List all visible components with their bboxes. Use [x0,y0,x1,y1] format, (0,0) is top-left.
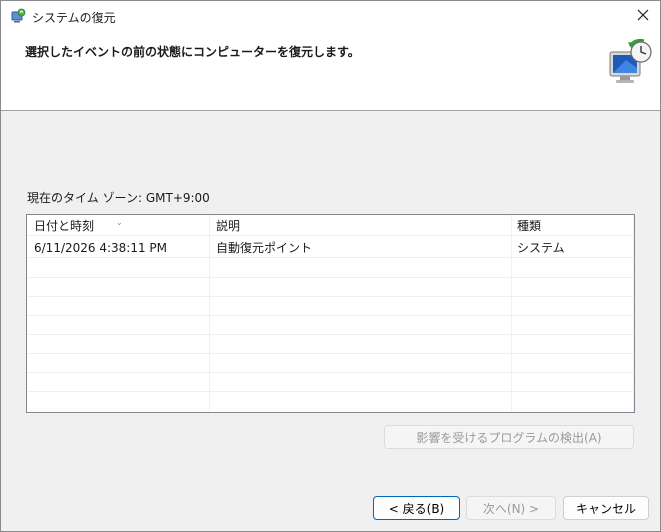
next-button[interactable]: 次へ(N) > [466,496,556,520]
close-button[interactable] [626,1,660,32]
system-restore-dialog: システムの復元 選択したイベントの前の状態にコンピューターを復元します。 現在の… [0,0,661,532]
cell-date: 6/11/2026 4:38:11 PM [34,241,168,255]
restore-points-table[interactable]: 日付と時刻 ⌄ 説明 種類 6/11/2026 4:38:11 PM 自動復元ポ… [26,214,635,413]
table-header: 日付と時刻 ⌄ 説明 種類 [27,217,634,236]
empty-row [27,278,634,297]
table-row[interactable]: 6/11/2026 4:38:11 PM 自動復元ポイント システム [27,239,634,258]
column-header-description[interactable]: 説明 [216,217,240,236]
close-icon [637,9,649,24]
timezone-label: 現在のタイム ゾーン: GMT+9:00 [27,191,210,205]
title-bar[interactable]: システムの復元 [1,1,660,32]
empty-row [27,354,634,373]
column-header-date[interactable]: 日付と時刻 [34,217,94,236]
system-restore-icon [10,8,26,24]
cancel-button[interactable]: キャンセル [563,496,649,520]
empty-row [27,373,634,392]
window-title: システムの復元 [32,11,116,25]
restore-computer-icon [606,38,656,88]
back-button[interactable]: < 戻る(B) [373,496,460,520]
empty-row [27,259,634,278]
column-header-type[interactable]: 種類 [517,217,541,236]
empty-row [27,316,634,335]
empty-row [27,335,634,354]
instruction-text: 選択したイベントの前の状態にコンピューターを復元します。 [25,45,360,59]
cell-type: システム [517,241,565,255]
empty-row [27,297,634,316]
header-panel: 選択したイベントの前の状態にコンピューターを復元します。 [1,32,660,111]
empty-row [27,392,634,411]
scan-affected-programs-button[interactable]: 影響を受けるプログラムの検出(A) [384,425,634,449]
cell-description: 自動復元ポイント [216,241,313,255]
sort-chevron-icon: ⌄ [116,218,123,227]
